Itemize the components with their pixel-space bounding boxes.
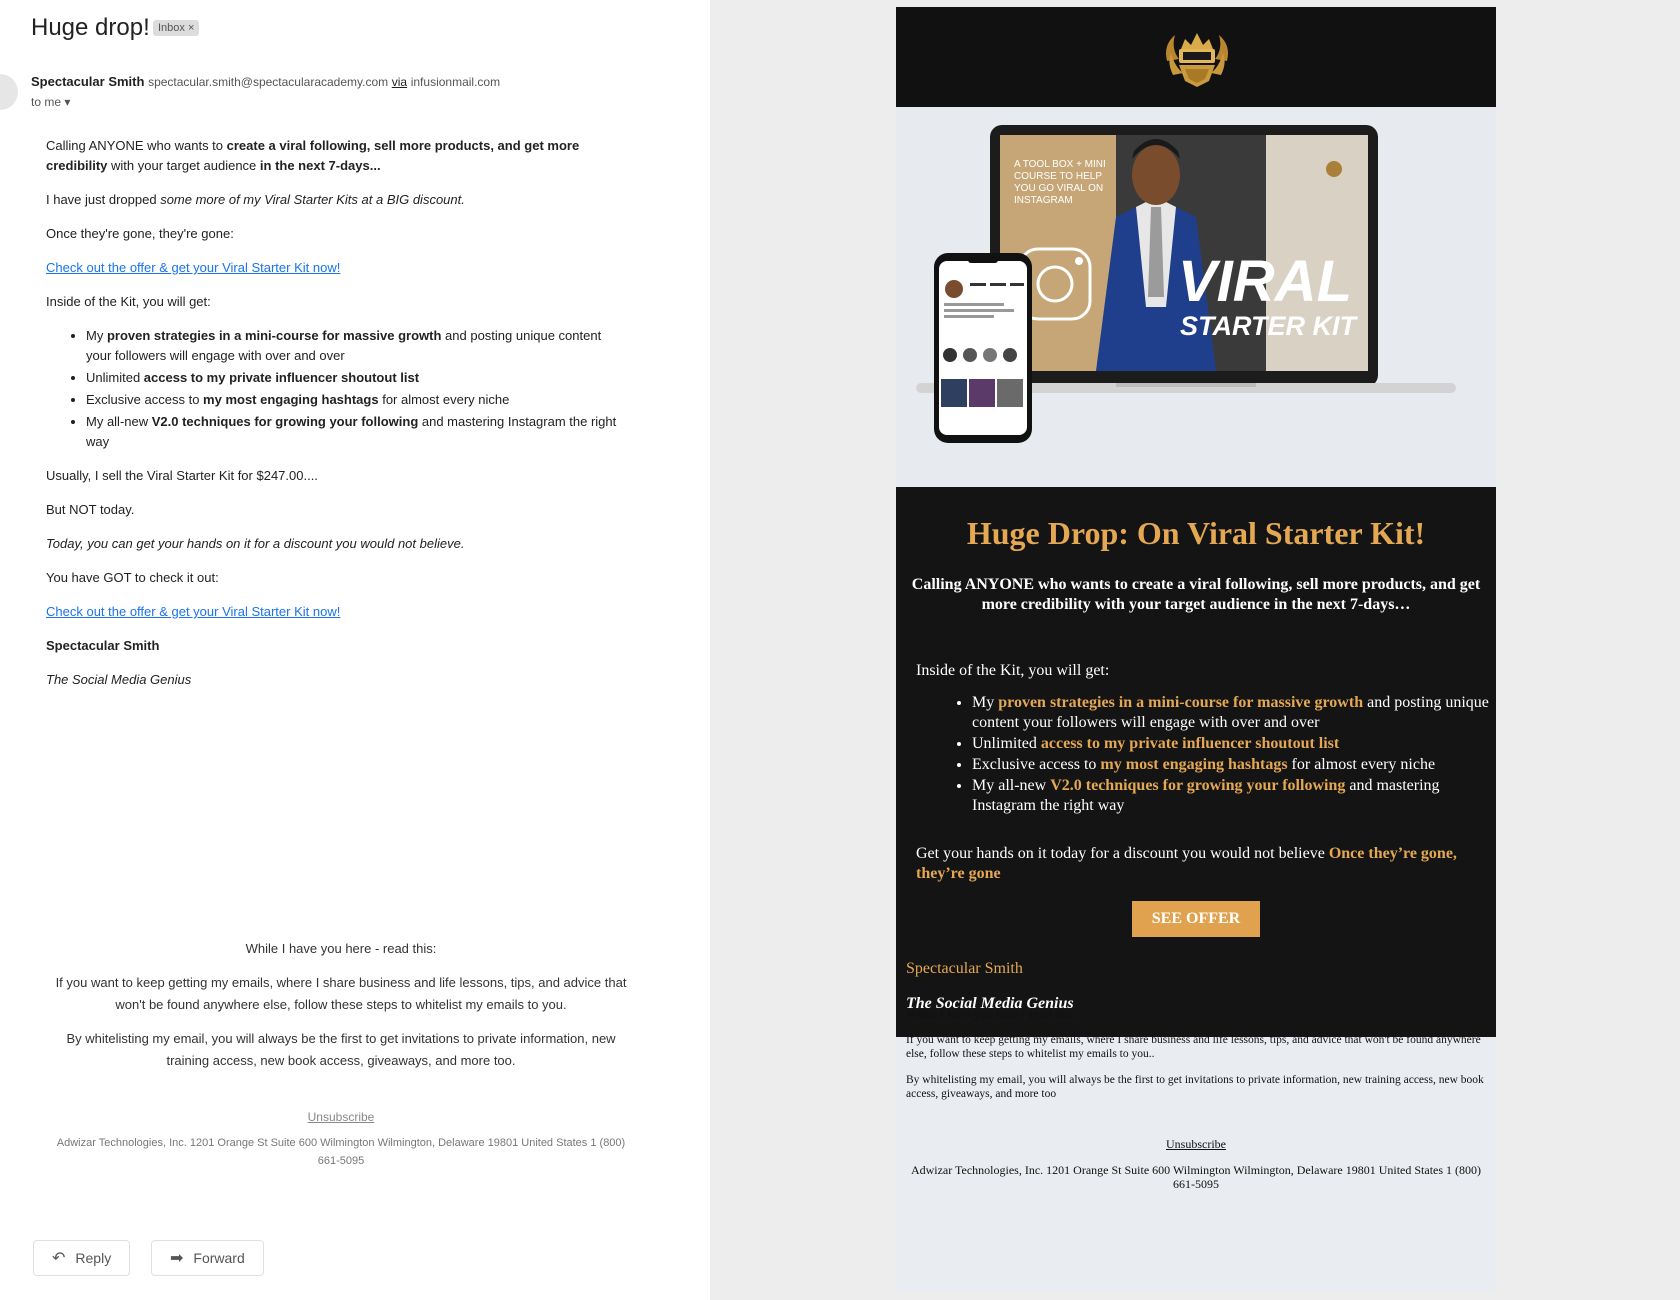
headline: Huge Drop: On Viral Starter Kit! — [966, 515, 1426, 551]
body-paragraph: Calling ANYONE who wants to create a vir… — [46, 138, 580, 173]
email-footer: While I have you here - read this: If yo… — [906, 1007, 1490, 1113]
reply-button[interactable]: ↶ Reply — [33, 1240, 131, 1276]
reply-arrow-icon: ↶ — [52, 1250, 66, 1267]
sender-name: Spectacular Smith — [31, 74, 145, 89]
list-item: Exclusive access to my most engaging has… — [972, 755, 1492, 775]
unsubscribe-link[interactable]: Unsubscribe — [896, 1137, 1496, 1152]
forward-arrow-icon: ➡ — [170, 1250, 184, 1267]
signature-name: Spectacular Smith — [906, 960, 1023, 977]
email-subject: Huge drop! — [31, 14, 150, 41]
kit-features-list: My proven strategies in a mini-course fo… — [954, 693, 1492, 817]
urgency-text: Get your hands on it today for a discoun… — [916, 845, 1457, 882]
list-item: My proven strategies in a mini-course fo… — [86, 326, 626, 366]
footer-paragraph: If you want to keep getting my emails, w… — [906, 1034, 1481, 1060]
sender-avatar — [0, 74, 18, 110]
body-paragraph: I have just dropped some more of my Vira… — [46, 192, 465, 207]
footer-paragraph: If you want to keep getting my emails, w… — [55, 975, 627, 1012]
footer-heading: While I have you here - read this: — [245, 941, 437, 956]
sender-address: spectacular.smith@spectacularacademy.com — [148, 75, 389, 89]
list-item: Exclusive access to my most engaging has… — [86, 390, 626, 410]
email-footer: While I have you here - read this: If yo… — [46, 938, 636, 1170]
inside-heading: Inside of the Kit, you will get: — [916, 662, 1110, 679]
footer-paragraph: By whitelisting my email, you will alway… — [66, 1031, 616, 1068]
offer-section: Huge Drop: On Viral Starter Kit! Calling… — [896, 487, 1496, 1037]
logo-header — [896, 7, 1496, 107]
signature-title: The Social Media Genius — [46, 672, 192, 687]
hero-title: VIRAL — [1178, 249, 1352, 314]
via-domain: infusionmail.com — [410, 75, 501, 89]
body-paragraph: Usually, I sell the Viral Starter Kit fo… — [46, 468, 318, 483]
email-body: Calling ANYONE who wants to create a vir… — [46, 136, 626, 704]
list-item: Unlimited access to my private influence… — [86, 368, 626, 388]
see-offer-button[interactable]: SEE OFFER — [1132, 901, 1260, 937]
email-canvas: A TOOL BOX + MINI COURSE TO HELP YOU GO … — [896, 7, 1496, 1292]
body-paragraph: Once they're gone, they're gone: — [46, 226, 234, 241]
gold-crest-logo-icon — [1166, 33, 1228, 87]
plain-email-view: Huge drop! Inbox × Spectacular Smith spe… — [0, 0, 710, 1300]
via-label[interactable]: via — [392, 75, 407, 89]
offer-link[interactable]: Check out the offer & get your Viral Sta… — [46, 260, 340, 275]
company-address: Adwizar Technologies, Inc. 1201 Orange S… — [910, 1163, 1482, 1191]
intro-text: Calling ANYONE who wants to create a vir… — [911, 576, 1481, 613]
html-email-preview: A TOOL BOX + MINI COURSE TO HELP YOU GO … — [710, 0, 1680, 1300]
list-item: My all-new V2.0 techniques for growing y… — [86, 412, 626, 452]
body-paragraph: You have GOT to check it out: — [46, 570, 219, 585]
list-item: My all-new V2.0 techniques for growing y… — [972, 776, 1492, 816]
product-mockup-image: A TOOL BOX + MINI COURSE TO HELP YOU GO … — [916, 125, 1456, 443]
list-item: Unlimited access to my private influence… — [972, 734, 1492, 754]
sender-line: Spectacular Smith spectacular.smith@spec… — [31, 74, 500, 89]
list-item: My proven strategies in a mini-course fo… — [972, 693, 1492, 733]
hero-subtitle: STARTER KIT — [1180, 311, 1359, 341]
footer-heading: While I have you here - read this: — [906, 1007, 1078, 1021]
offer-link-2[interactable]: Check out the offer & get your Viral Sta… — [46, 604, 340, 619]
signature-name: Spectacular Smith — [46, 638, 160, 653]
unsubscribe-link[interactable]: Unsubscribe — [308, 1106, 375, 1128]
recipient-dropdown[interactable]: to me ▾ — [31, 95, 70, 109]
body-paragraph: But NOT today. — [46, 502, 135, 517]
inbox-label-badge[interactable]: Inbox × — [153, 20, 200, 36]
company-address: Adwizar Technologies, Inc. 1201 Orange S… — [56, 1137, 626, 1167]
forward-button[interactable]: ➡ Forward — [151, 1240, 264, 1276]
footer-paragraph: By whitelisting my email, you will alway… — [906, 1074, 1484, 1100]
body-paragraph: Inside of the Kit, you will get: — [46, 294, 211, 309]
hero-banner: A TOOL BOX + MINI COURSE TO HELP YOU GO … — [896, 107, 1496, 487]
kit-features-list: My proven strategies in a mini-course fo… — [46, 326, 626, 452]
body-paragraph: Today, you can get your hands on it for … — [46, 536, 465, 551]
